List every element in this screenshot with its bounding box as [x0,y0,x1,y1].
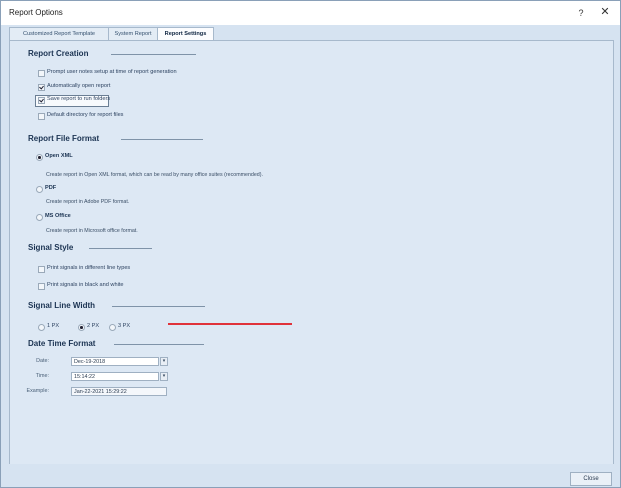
black-and-white-checkbox[interactable] [38,283,45,290]
settings-panel: Report Creation Prompt user notes setup … [9,40,614,466]
window-title: Report Options [9,8,63,17]
black-and-white-label: Print signals in black and white [47,282,124,288]
width-3px-label: 3 PX [118,323,131,329]
open-xml-label: Open XML [45,153,73,159]
default-directory-checkbox[interactable] [38,113,45,120]
time-label: Time: [35,373,49,379]
close-button[interactable]: Close [570,472,612,486]
report-file-format-heading: Report File Format [28,134,100,143]
chevron-down-icon[interactable]: ▾ [160,357,168,366]
auto-open-checkbox[interactable] [38,84,45,91]
example-label: Example: [26,388,49,394]
prompt-notes-label: Prompt user notes setup at time of repor… [47,69,177,75]
chevron-down-icon[interactable]: ▾ [160,372,168,381]
title-bar: Report Options ? ✕ [1,1,620,25]
width-1px-label: 1 PX [47,323,60,329]
signal-line-width-heading: Signal Line Width [28,301,96,310]
width-2px-radio[interactable] [78,324,85,331]
width-2px-label: 2 PX [87,323,100,329]
open-xml-radio[interactable] [36,154,43,161]
different-line-types-label: Print signals in different line types [47,265,131,271]
dialog-footer [1,464,620,487]
date-label: Date: [36,358,49,364]
different-line-types-checkbox[interactable] [38,266,45,273]
report-options-window: Report Options ? ✕ Customized Report Tem… [0,0,621,488]
time-format-select[interactable]: 15:14:22 [71,372,159,381]
pdf-description: Create report in Adobe PDF format. [46,199,130,205]
help-button[interactable]: ? [574,6,588,20]
open-xml-description: Create report in Open XML format, which … [46,172,263,178]
ms-office-label: MS Office [45,213,71,219]
section-divider [114,344,204,345]
signal-style-heading: Signal Style [28,243,74,252]
default-directory-label: Default directory for report files [47,112,124,118]
save-to-run-folders-label: Save report to run folders [47,96,111,102]
width-3px-radio[interactable] [109,324,116,331]
date-format-select[interactable]: Dec-19-2018 [71,357,159,366]
width-1px-radio[interactable] [38,324,45,331]
report-creation-heading: Report Creation [28,49,89,58]
pdf-radio[interactable] [36,186,43,193]
section-divider [112,306,205,307]
prompt-notes-checkbox[interactable] [38,70,45,77]
section-divider [121,139,203,140]
tab-report-settings[interactable]: Report Settings [157,27,214,41]
red-annotation-line [168,323,292,325]
tab-customized-report-template[interactable]: Customized Report Template [9,27,109,40]
section-divider [89,248,152,249]
ms-office-description: Create report in Microsoft office format… [46,228,138,234]
example-value: Jan-22-2021 15:29:22 [71,387,167,396]
ms-office-radio[interactable] [36,214,43,221]
pdf-label: PDF [45,185,57,191]
tab-system-report[interactable]: System Report [108,27,158,40]
auto-open-label: Automatically open report [47,83,111,89]
save-to-run-folders-checkbox[interactable] [38,97,45,104]
date-time-format-heading: Date Time Format [28,339,96,348]
close-icon[interactable]: ✕ [598,5,612,19]
section-divider [111,54,196,55]
